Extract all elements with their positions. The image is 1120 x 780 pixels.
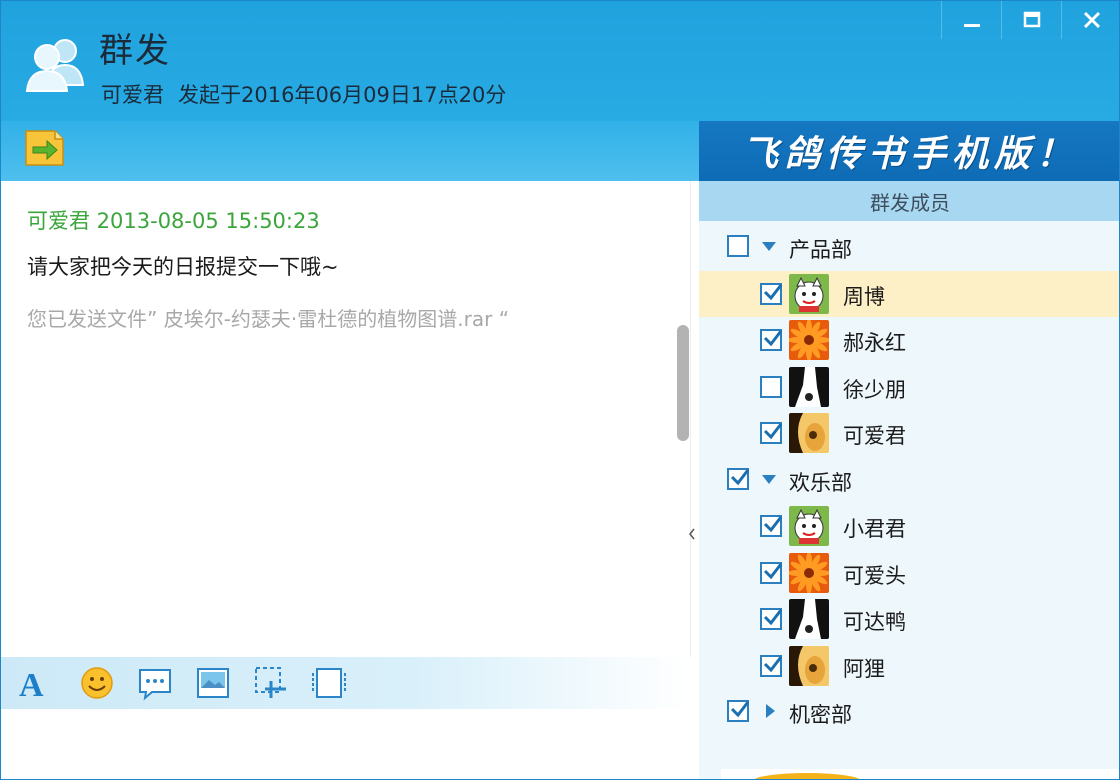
group-row[interactable]: 机密部 bbox=[699, 689, 1119, 735]
group-name: 产品部 bbox=[789, 238, 852, 262]
split-resize-handle[interactable] bbox=[687, 525, 697, 543]
avatar bbox=[789, 599, 829, 639]
members-panel: 飞鸽传书手机版！ 群发成员 产品部周博郝永红徐少朋可爱君欢乐部小君君可爱头可达鸭… bbox=[699, 121, 1119, 779]
avatar bbox=[789, 273, 829, 314]
member-row[interactable]: 可爱头 bbox=[699, 550, 1119, 596]
avatar bbox=[789, 320, 829, 360]
group-name: 机密部 bbox=[789, 703, 852, 727]
group-row[interactable]: 欢乐部 bbox=[699, 457, 1119, 503]
font-icon[interactable]: A bbox=[15, 665, 51, 701]
maximize-icon bbox=[1002, 1, 1061, 39]
message-input[interactable] bbox=[1, 709, 691, 779]
collapse-arrow-icon[interactable] bbox=[766, 704, 775, 718]
emoji-icon[interactable] bbox=[79, 665, 115, 701]
avatar bbox=[789, 552, 829, 593]
start-time: 发起于2016年06月09日17点20分 bbox=[178, 83, 507, 107]
group-name: 欢乐部 bbox=[789, 470, 852, 495]
member-row[interactable]: 可达鸭 bbox=[699, 596, 1119, 642]
banner-text: 飞鸽传书手机版！ bbox=[741, 134, 1078, 175]
member-checkbox[interactable] bbox=[760, 561, 783, 584]
member-row[interactable]: 周博 bbox=[699, 270, 1119, 317]
member-row[interactable]: 小君君 bbox=[699, 503, 1119, 549]
member-checkbox[interactable] bbox=[760, 375, 782, 398]
member-checkbox[interactable] bbox=[760, 515, 783, 537]
bubble-icon[interactable] bbox=[137, 665, 173, 701]
member-name: 可爱君 bbox=[843, 424, 906, 448]
minimize-icon bbox=[942, 1, 1001, 39]
member-checkbox[interactable] bbox=[760, 329, 783, 351]
window-controls bbox=[941, 1, 1119, 39]
image-icon[interactable] bbox=[195, 665, 231, 701]
member-row[interactable]: 可爱君 bbox=[699, 410, 1119, 456]
member-name: 可爱头 bbox=[843, 563, 906, 588]
avatar bbox=[789, 506, 829, 546]
window-icon[interactable] bbox=[311, 665, 347, 701]
svg-text:A: A bbox=[19, 667, 44, 701]
member-name: 徐少朋 bbox=[843, 377, 906, 402]
group-send-window: 群发 可爱君 发起于2016年06月09日17点20分 可爱君 2013-08-… bbox=[0, 0, 1120, 780]
close-icon bbox=[1062, 1, 1119, 39]
mobile-promo-banner[interactable]: 飞鸽传书手机版！ bbox=[699, 121, 1119, 181]
screenshot-icon[interactable] bbox=[253, 665, 289, 701]
sender-name: 可爱君 bbox=[101, 83, 164, 107]
expand-arrow-icon[interactable] bbox=[762, 474, 776, 484]
expand-arrow-icon[interactable] bbox=[762, 242, 776, 251]
group-checkbox[interactable] bbox=[727, 235, 749, 257]
file-sent-notice: 您已发送文件” 皮埃尔-约瑟夫·雷杜德的植物图谱.rar “ bbox=[27, 307, 510, 331]
member-name: 可达鸭 bbox=[843, 610, 906, 634]
chat-toolbar-strip bbox=[1, 121, 699, 181]
member-row[interactable]: 徐少朋 bbox=[699, 364, 1119, 410]
window-subtitle: 可爱君 发起于2016年06月09日17点20分 bbox=[101, 79, 506, 109]
chat-scrollbar-thumb[interactable] bbox=[677, 325, 689, 441]
close-button[interactable] bbox=[1061, 1, 1119, 39]
member-name: 郝永红 bbox=[843, 331, 906, 355]
member-name: 周博 bbox=[843, 284, 885, 309]
send-file-icon[interactable] bbox=[23, 125, 67, 167]
avatar bbox=[789, 645, 829, 686]
avatar bbox=[789, 366, 829, 407]
message-header: 可爱君 2013-08-05 15:50:23 bbox=[27, 209, 320, 233]
member-checkbox[interactable] bbox=[760, 282, 783, 305]
group-checkbox[interactable] bbox=[727, 700, 750, 722]
input-toolbar: A bbox=[1, 657, 691, 709]
member-checkbox[interactable] bbox=[760, 654, 783, 677]
member-name: 阿狸 bbox=[843, 656, 885, 681]
members-header: 群发成员 bbox=[699, 181, 1119, 221]
group-row[interactable]: 产品部 bbox=[699, 224, 1119, 270]
window-title: 群发 bbox=[99, 31, 171, 71]
group-checkbox[interactable] bbox=[727, 467, 750, 490]
chat-history: 可爱君 2013-08-05 15:50:23 请大家把今天的日报提交一下哦~ … bbox=[1, 181, 691, 657]
group-users-icon bbox=[23, 33, 89, 95]
member-checkbox[interactable] bbox=[760, 608, 783, 630]
message-text: 请大家把今天的日报提交一下哦~ bbox=[27, 255, 339, 279]
minimize-button[interactable] bbox=[941, 1, 1001, 39]
title-bar: 群发 可爱君 发起于2016年06月09日17点20分 bbox=[1, 1, 1119, 121]
maximize-button[interactable] bbox=[1001, 1, 1061, 39]
member-checkbox[interactable] bbox=[760, 422, 783, 444]
member-name: 小君君 bbox=[843, 517, 906, 541]
member-row[interactable]: 阿狸 bbox=[699, 643, 1119, 689]
avatar bbox=[789, 413, 829, 453]
member-row[interactable]: 郝永红 bbox=[699, 317, 1119, 363]
